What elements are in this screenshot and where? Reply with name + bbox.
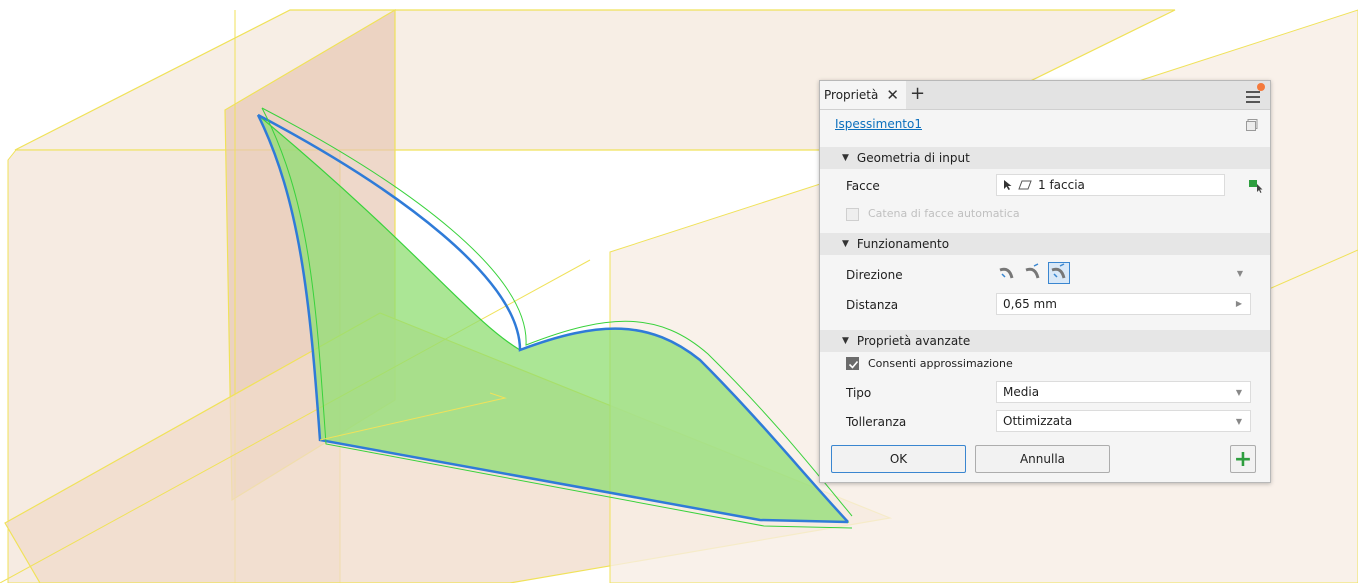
faces-selector[interactable]: 1 faccia xyxy=(996,174,1225,196)
distance-input[interactable]: 0,65 mm ▶ xyxy=(996,293,1251,315)
section-input-geometry[interactable]: ▼ Geometria di input xyxy=(820,147,1270,169)
direction-buttons: ▼ xyxy=(996,262,1251,284)
direction-flipped-icon[interactable] xyxy=(1022,262,1044,284)
direction-dropdown-icon[interactable]: ▼ xyxy=(1237,269,1243,278)
faces-label: Facce xyxy=(846,179,880,193)
section-advanced[interactable]: ▼ Proprietà avanzate xyxy=(820,330,1270,352)
section-operation[interactable]: ▼ Funzionamento xyxy=(820,233,1270,255)
collapse-arrow-icon: ▼ xyxy=(842,239,849,249)
chevron-down-icon[interactable]: ▼ xyxy=(1236,388,1242,397)
properties-panel: Proprietà ✕ + Ispessimento1 ▼ Geometria … xyxy=(819,80,1271,483)
faces-value: 1 faccia xyxy=(1038,178,1085,192)
tolerance-dropdown[interactable]: Ottimizzata ▼ xyxy=(996,410,1251,432)
approximation-checkbox[interactable] xyxy=(846,357,859,370)
plus-icon: + xyxy=(1233,446,1253,472)
tolerance-label: Tolleranza xyxy=(846,415,907,429)
direction-default-icon[interactable] xyxy=(996,262,1018,284)
type-dropdown[interactable]: Media ▼ xyxy=(996,381,1251,403)
feature-name-link[interactable]: Ispessimento1 xyxy=(835,117,922,131)
direction-label: Direzione xyxy=(846,268,903,282)
chain-faces-label: Catena di facce automatica xyxy=(868,207,1020,220)
close-icon[interactable]: ✕ xyxy=(886,86,899,104)
panel-tabbar: Proprietà ✕ + xyxy=(820,81,1270,110)
chevron-right-icon[interactable]: ▶ xyxy=(1236,299,1242,308)
copy-icon[interactable] xyxy=(1246,119,1258,131)
ok-button[interactable]: OK xyxy=(831,445,966,473)
cursor-arrow-icon xyxy=(1004,180,1012,190)
distance-label: Distanza xyxy=(846,298,899,312)
cancel-button[interactable]: Annulla xyxy=(975,445,1110,473)
chain-faces-checkbox xyxy=(846,208,859,221)
select-faces-icon[interactable] xyxy=(1248,177,1264,193)
face-icon xyxy=(1018,180,1032,190)
direction-symmetric-icon[interactable] xyxy=(1048,262,1070,284)
collapse-arrow-icon: ▼ xyxy=(842,336,849,346)
tab-label: Proprietà xyxy=(824,88,879,102)
checkmark-icon xyxy=(848,360,859,369)
chevron-down-icon[interactable]: ▼ xyxy=(1236,417,1242,426)
collapse-arrow-icon: ▼ xyxy=(842,153,849,163)
tab-properties[interactable]: Proprietà ✕ xyxy=(820,81,906,109)
approximation-label: Consenti approssimazione xyxy=(868,357,1013,370)
type-label: Tipo xyxy=(846,386,872,400)
add-tab-icon[interactable]: + xyxy=(910,83,925,104)
panel-menu-icon[interactable] xyxy=(1246,83,1265,103)
add-button[interactable]: + xyxy=(1230,445,1256,473)
